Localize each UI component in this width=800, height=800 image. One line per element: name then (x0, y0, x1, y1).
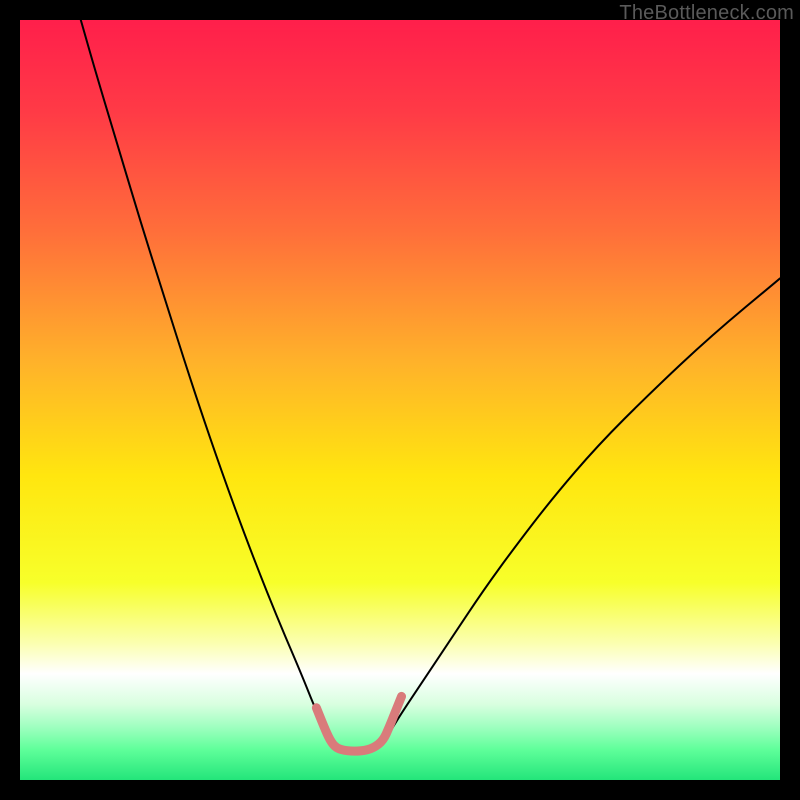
watermark-label: TheBottleneck.com (619, 2, 794, 25)
chart-stage: TheBottleneck.com (0, 0, 800, 800)
chart-plot-area (20, 20, 780, 780)
chart-background (20, 20, 780, 780)
chart-svg (20, 20, 780, 780)
